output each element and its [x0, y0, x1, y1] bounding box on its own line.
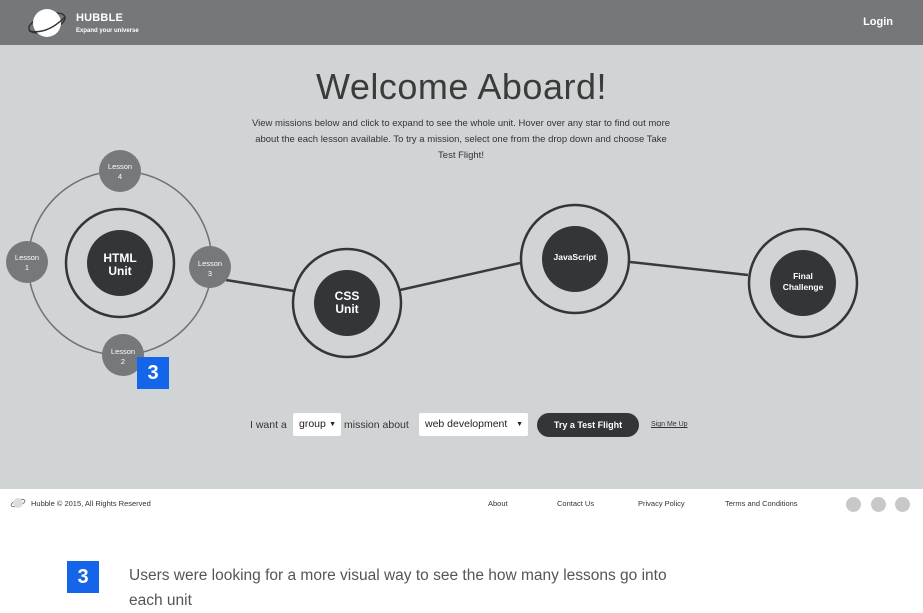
lesson-3-number: 3	[208, 269, 212, 278]
connector-line	[225, 278, 295, 293]
test-flight-button[interactable]: Try a Test Flight	[537, 413, 639, 437]
mission-topic-value: web development	[425, 418, 508, 430]
lesson-1-label: Lesson	[15, 253, 39, 262]
copyright-text: Hubble © 2015, All Rights Reserved	[31, 499, 151, 508]
mission-type-value: group	[299, 418, 326, 430]
lesson-1-node[interactable]: Lesson 1	[6, 241, 48, 283]
caret-down-icon: ▼	[516, 421, 523, 428]
lesson-3-node[interactable]: Lesson 3	[189, 246, 231, 288]
mission-type-select[interactable]: group ▼	[293, 413, 341, 436]
unit-final-line2: Challenge	[783, 282, 824, 292]
form-middle: mission about	[344, 419, 409, 431]
unit-html[interactable]: HTML Unit	[64, 207, 176, 319]
annotation-badge-note: 3	[67, 561, 99, 593]
unit-javascript[interactable]: JavaScript	[519, 203, 631, 315]
sign-up-link[interactable]: Sign Me Up	[651, 421, 688, 428]
connector-line	[399, 261, 521, 292]
unit-html-line1: HTML	[103, 251, 136, 265]
lesson-1-number: 1	[25, 263, 29, 272]
footer-link-terms[interactable]: Terms and Conditions	[725, 499, 798, 508]
social-circle-icon[interactable]	[846, 497, 861, 512]
unit-html-line2: Unit	[108, 264, 131, 278]
footer-link-contact[interactable]: Contact Us	[557, 499, 594, 508]
connector-line	[629, 260, 749, 277]
annotation-note: Users were looking for a more visual way…	[129, 567, 667, 609]
social-circle-icon[interactable]	[871, 497, 886, 512]
unit-css[interactable]: CSS Unit	[291, 247, 403, 359]
unit-javascript-line1: JavaScript	[554, 252, 597, 262]
unit-css-line1: CSS	[335, 289, 360, 303]
lesson-4-number: 4	[118, 172, 122, 181]
footer-link-about[interactable]: About	[488, 499, 508, 508]
mission-topic-select[interactable]: web development ▼	[419, 413, 528, 436]
social-circle-icon[interactable]	[895, 497, 910, 512]
lesson-4-node[interactable]: Lesson 4	[99, 150, 141, 192]
lesson-4-label: Lesson	[108, 162, 132, 171]
annotation-badge-map: 3	[137, 357, 169, 389]
lesson-2-number: 2	[121, 357, 125, 366]
caret-down-icon: ▼	[329, 421, 336, 428]
unit-css-line2: Unit	[335, 302, 358, 316]
unit-final-line1: Final	[793, 271, 813, 281]
unit-final-challenge[interactable]: Final Challenge	[747, 227, 859, 339]
footer-link-privacy[interactable]: Privacy Policy	[638, 499, 685, 508]
lesson-3-label: Lesson	[198, 259, 222, 268]
site-footer: Hubble © 2015, All Rights Reserved About…	[0, 489, 923, 518]
lesson-2-label: Lesson	[111, 347, 135, 356]
planet-logo-icon	[10, 498, 26, 508]
form-prefix: I want a	[250, 419, 287, 431]
mission-form: I want a group ▼ mission about web devel…	[0, 413, 923, 437]
